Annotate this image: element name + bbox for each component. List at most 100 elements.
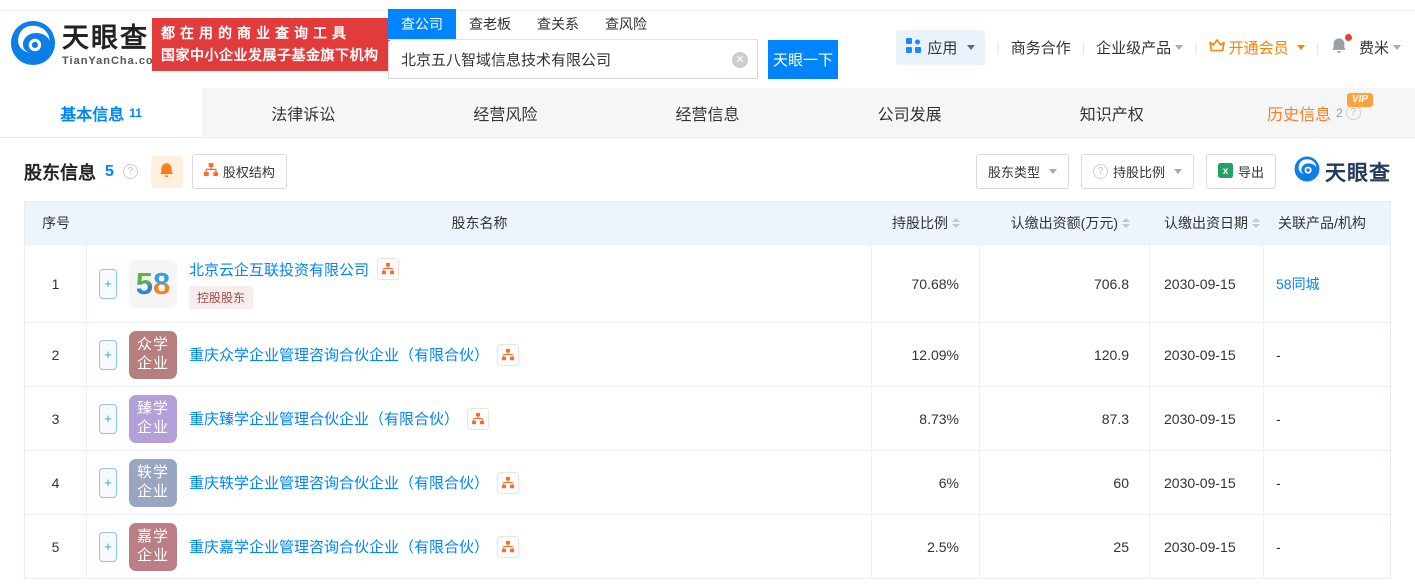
table-row: 4 + 轶学 企业 重庆轶学企业管理咨询合伙企业（有限合伙） 6% 60 2030-09-15… <box>25 450 1390 514</box>
username-label: 费米 <box>1358 40 1389 57</box>
search-tab-risk[interactable]: 查风险 <box>592 9 660 39</box>
shareholder-name-cell: + 臻学 企业 重庆臻学企业管理合伙企业（有限合伙） <box>87 387 872 450</box>
shareholder-name-link[interactable]: 北京云企互联投资有限公司 <box>189 259 369 280</box>
table-row: 2 + 众学 企业 重庆众学企业管理咨询合伙企业（有限合伙） 12.09% 120.9 203… <box>25 322 1390 386</box>
equity-structure-icon-button[interactable] <box>497 471 520 494</box>
svg-text:x: x <box>1223 166 1229 177</box>
search-button[interactable]: 天眼一下 <box>768 40 838 79</box>
expand-row-button[interactable]: + <box>99 403 117 434</box>
watermark-logo: 天眼查 <box>1294 156 1391 187</box>
expand-row-button[interactable]: + <box>99 467 117 498</box>
equity-structure-button[interactable]: 股权结构 <box>191 154 287 189</box>
help-icon[interactable]: ? <box>1345 105 1361 120</box>
apps-grid-icon <box>906 38 922 57</box>
export-button[interactable]: x 导出 <box>1205 154 1276 189</box>
tab-basic-info[interactable]: 基本信息 11 <box>0 88 203 137</box>
tab-history-info[interactable]: VIP 历史信息 2 ? <box>1213 88 1415 137</box>
equity-structure-icon-button[interactable] <box>467 407 490 430</box>
company-nav-tabs: 基本信息 11 法律诉讼 经营风险 经营信息 公司发展 知识产权 VIP 历史信… <box>0 88 1415 138</box>
search-tab-company[interactable]: 查公司 <box>388 9 456 39</box>
shareholder-name-link[interactable]: 重庆轶学企业管理咨询合伙企业（有限合伙） <box>189 472 489 493</box>
tianyancha-swirl-icon <box>1294 156 1320 187</box>
sort-icon[interactable] <box>952 218 960 228</box>
shareholder-type-filter[interactable]: 股东类型 <box>975 154 1069 189</box>
row-index-cell: 4 <box>25 451 87 514</box>
search-input[interactable] <box>388 40 758 79</box>
shareholder-section-header: 股东信息 5 ? 股权结构 股东类型 ? 持股比例 x 导出 天眼查 <box>24 154 1391 189</box>
row-index-cell: 3 <box>25 387 87 450</box>
row-index-cell: 5 <box>25 515 87 578</box>
header-divider <box>0 10 1415 11</box>
expand-row-button[interactable]: + <box>99 268 117 299</box>
clear-search-icon[interactable]: ✕ <box>732 51 748 68</box>
col-header-subscribed-amount[interactable]: 认缴出资额(万元) <box>980 202 1150 244</box>
logo-subtitle: TianYanCha.com <box>62 54 165 67</box>
expand-row-button[interactable]: + <box>99 531 117 562</box>
subscribed-amount-header-label: 认缴出资额(万元) <box>1010 215 1118 231</box>
name-line: 北京云企互联投资有限公司 <box>189 258 400 280</box>
subscribed-amount-cell: 87.3 <box>980 387 1150 450</box>
menu-enterprise-products[interactable]: 企业级产品 <box>1096 37 1184 58</box>
tianyancha-logo[interactable]: 天眼查 TianYanCha.com <box>10 20 164 71</box>
name-line: 重庆轶学企业管理咨询合伙企业（有限合伙） <box>189 471 520 494</box>
tab-company-development-label: 公司发展 <box>877 106 942 124</box>
equity-structure-icon-button[interactable] <box>497 535 520 558</box>
top-header: 天眼查 TianYanCha.com 都在用的商业查询工具 国家中小企业发展子基… <box>0 0 1415 88</box>
apps-menu-button[interactable]: 应用 <box>896 30 986 65</box>
holding-ratio-cell: 12.09% <box>872 323 980 386</box>
holding-ratio-filter[interactable]: ? 持股比例 <box>1080 154 1194 189</box>
tab-operation-info-label: 经营信息 <box>675 106 740 124</box>
related-product-link[interactable]: 58同城 <box>1276 274 1320 294</box>
tab-intellectual-property[interactable]: 知识产权 <box>1011 88 1213 137</box>
sort-icon[interactable] <box>1122 218 1130 228</box>
subscribed-amount-cell: 706.8 <box>980 245 1150 322</box>
sort-icon[interactable] <box>1252 218 1260 228</box>
tianyancha-swirl-icon <box>10 20 56 71</box>
tab-operation-risk-label: 经营风险 <box>473 106 538 124</box>
shareholder-name-cell: +5 8 北京云企互联投资有限公司 控股股东 <box>87 245 872 322</box>
shareholder-avatar: 众学 企业 <box>129 330 177 379</box>
row-index-cell: 2 <box>25 323 87 386</box>
holding-ratio-header-label: 持股比例 <box>892 215 948 231</box>
help-icon[interactable]: ? <box>122 164 138 179</box>
holding-ratio-cell: 6% <box>872 451 980 514</box>
tab-company-development[interactable]: 公司发展 <box>809 88 1011 137</box>
shareholder-table: 序号 股东名称 持股比例 认缴出资额(万元) 认缴出资日期 关联产品/机构 1 +… <box>24 201 1391 579</box>
holding-ratio-label: 持股比例 <box>1112 165 1165 180</box>
menu-separator: | <box>1315 40 1319 55</box>
bell-icon <box>158 162 175 182</box>
search-tab-relation[interactable]: 查关系 <box>524 9 592 39</box>
menu-business-cooperation[interactable]: 商务合作 <box>1011 37 1071 58</box>
menu-separator: | <box>1194 40 1198 55</box>
search-area: 查公司 查老板 查关系 查风险 ✕ 天眼一下 <box>388 9 838 79</box>
equity-structure-icon-button[interactable] <box>497 343 520 366</box>
open-vip-button[interactable]: 开通会员 <box>1208 37 1305 58</box>
shareholder-name-link[interactable]: 重庆嘉学企业管理咨询合伙企业（有限合伙） <box>189 536 489 557</box>
monitor-bell-button[interactable] <box>150 155 183 188</box>
menu-separator: | <box>1081 40 1086 55</box>
notifications-button[interactable] <box>1330 33 1352 59</box>
shareholder-name-link[interactable]: 重庆众学企业管理咨询合伙企业（有限合伙） <box>189 344 489 365</box>
name-column: 重庆臻学企业管理合伙企业（有限合伙） <box>189 407 490 430</box>
equity-structure-icon-button[interactable] <box>377 258 400 280</box>
subscribed-amount-cell: 120.9 <box>980 323 1150 386</box>
shareholder-name-link[interactable]: 重庆臻学企业管理合伙企业（有限合伙） <box>189 408 459 429</box>
col-header-subscribed-date[interactable]: 认缴出资日期 <box>1150 202 1264 244</box>
section-title: 股东信息 <box>24 162 96 183</box>
col-header-holding-ratio[interactable]: 持股比例 <box>872 202 980 244</box>
tab-operation-risk[interactable]: 经营风险 <box>404 88 606 137</box>
search-tab-boss[interactable]: 查老板 <box>456 9 524 39</box>
company-logo-58: 58 <box>129 259 177 308</box>
user-menu[interactable]: 费米 <box>1359 37 1401 58</box>
controlling-shareholder-tag: 控股股东 <box>189 286 254 309</box>
expand-row-button[interactable]: + <box>99 339 117 370</box>
export-label: 导出 <box>1237 165 1264 180</box>
holding-ratio-cell: 2.5% <box>872 515 980 578</box>
tab-operation-info[interactable]: 经营信息 <box>606 88 808 137</box>
org-chart-icon <box>203 163 218 180</box>
tab-legal-litigation[interactable]: 法律诉讼 <box>202 88 404 137</box>
tab-basic-info-label: 基本信息 <box>60 106 125 124</box>
name-column: 重庆嘉学企业管理咨询合伙企业（有限合伙） <box>189 535 520 558</box>
shareholder-count: 5 <box>105 162 114 180</box>
subscribed-date-cell: 2030-09-15 <box>1150 515 1264 578</box>
